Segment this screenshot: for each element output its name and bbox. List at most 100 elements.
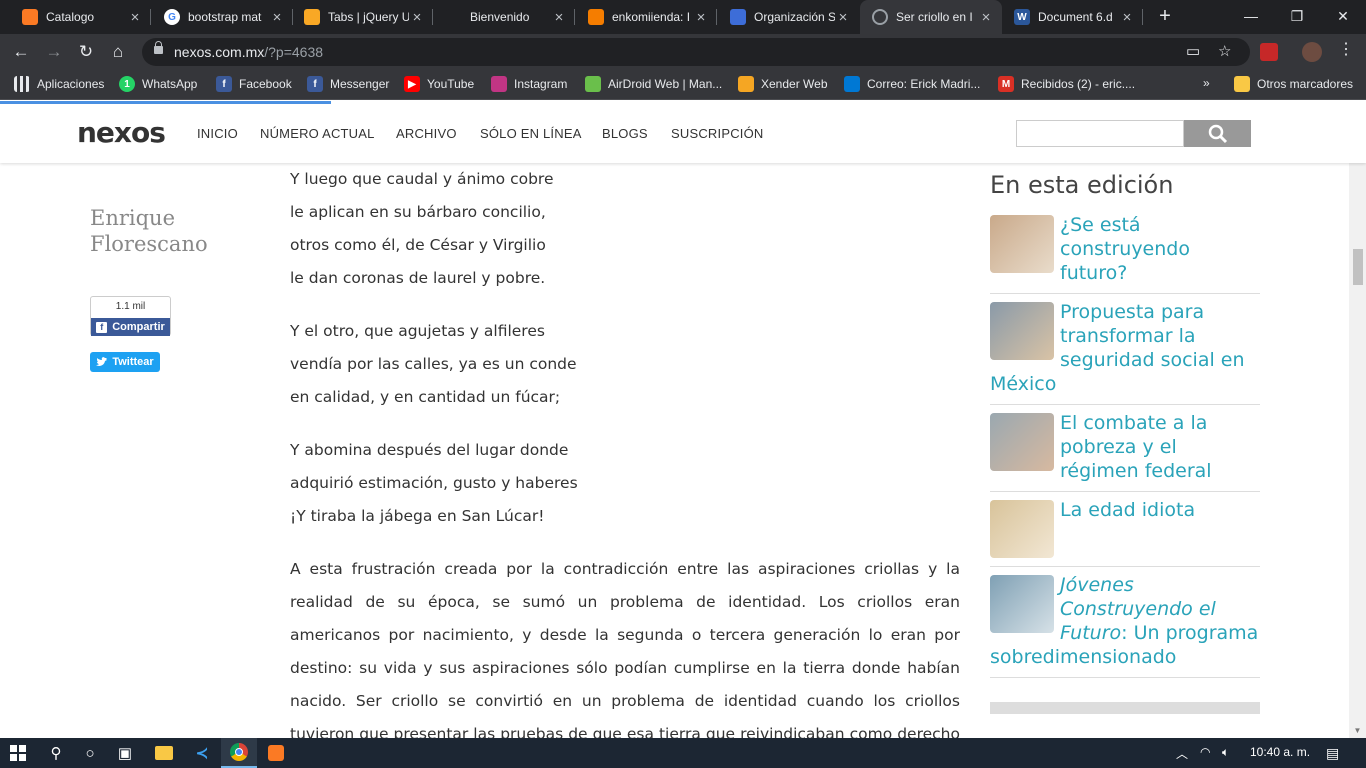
search-input[interactable] [1016,120,1184,147]
browser-tab[interactable]: Tabs | jQuery U × [292,0,433,34]
bookmark-item[interactable]: ▶ YouTube [404,76,474,92]
sidebar-divider [990,702,1260,714]
bookmark-item[interactable]: 1 WhatsApp [119,76,197,92]
menu-icon[interactable]: ⋮ [1338,39,1354,59]
poem-line: ¡Y tiraba la jábega en San Lúcar! [290,507,545,525]
bookmark-item[interactable]: Instagram [491,76,567,92]
task-view-icon[interactable]: ▣ [107,738,143,768]
bookmark-item[interactable]: Xender Web [738,76,828,92]
maximize-button[interactable]: ❐ [1274,0,1320,34]
bookmark-label: Messenger [330,77,390,91]
browser-tab[interactable]: Gbootstrap mat × [152,0,293,34]
menu-numero-actual[interactable]: NÚMERO ACTUAL [260,126,375,141]
notifications-icon[interactable]: ▤ [1326,745,1339,762]
loading-icon [872,9,888,25]
scrollbar[interactable]: ▲ ▼ [1349,104,1366,738]
clock[interactable]: 10:40 a. m. [1250,745,1310,759]
sidebar: En esta edición ¿Se está construyendo fu… [990,163,1260,714]
facebook-icon: f [96,321,108,333]
share-button[interactable]: f Compartir [91,318,170,336]
more-bookmarks-chevron[interactable]: » [1203,76,1210,90]
search-taskbar-icon[interactable]: ⚲ [38,738,74,768]
cast-icon[interactable]: ▭ [1186,42,1200,60]
forward-button[interactable]: → [42,40,66,64]
site-header: nexos INICIO NÚMERO ACTUAL ARCHIVO SÓLO … [0,104,1366,163]
star-icon[interactable]: ☆ [1218,42,1231,60]
poem-line: le aplican en su bárbaro concilio, [290,203,546,221]
menu-archivo[interactable]: ARCHIVO [396,126,457,141]
close-tab-icon[interactable]: × [835,9,851,26]
browser-tab[interactable]: Organización S × [718,0,859,34]
bookmark-label: Aplicaciones [37,77,105,91]
sidebar-item[interactable]: ¿Se está construyendo futuro? [990,207,1260,294]
sidebar-item[interactable]: El combate a la pobreza y el régimen fed… [990,405,1260,492]
nexos-logo[interactable]: nexos [77,116,166,149]
bookmark-item[interactable]: Correo: Erick Madri... [844,76,980,92]
new-tab-button[interactable]: + [1153,5,1177,29]
tab-title: bootstrap mat [188,10,262,24]
scrollbar-thumb[interactable] [1353,249,1363,285]
close-tab-icon[interactable]: × [551,9,567,26]
volume-icon[interactable]: 🔈︎ [1222,745,1229,760]
other-bookmarks-label: Otros marcadores [1257,77,1354,91]
poem-line: Y abomina después del lugar donde [290,441,569,459]
browser-tab[interactable]: enkomiienda: I × [576,0,717,34]
author-name[interactable]: Enrique Florescano [90,205,240,257]
scroll-down-arrow[interactable]: ▼ [1349,724,1366,738]
chrome-taskbar-icon[interactable] [221,738,257,768]
extension-icon[interactable] [1260,43,1278,61]
close-tab-icon[interactable]: × [1119,9,1135,26]
back-button[interactable]: ← [9,40,33,64]
browser-tab[interactable]: Catalogo × [10,0,151,34]
menu-solo-en-linea[interactable]: SÓLO EN LÍNEA [480,126,582,141]
poem-line: le dan coronas de laurel y pobre. [290,269,546,287]
bookmark-item[interactable]: AirDroid Web | Man... [585,76,722,92]
article-thumbnail[interactable] [990,302,1054,360]
menu-blogs[interactable]: BLOGS [602,126,648,141]
xampp-taskbar-icon[interactable] [258,738,294,768]
sidebar-item[interactable]: Jóvenes Construyendo el Futuro: Un progr… [990,567,1260,678]
tab-separator [574,9,575,25]
profile-avatar[interactable] [1302,42,1322,62]
menu-suscripcion[interactable]: SUSCRIPCIÓN [671,126,764,141]
facebook-share[interactable]: 1.1 mil f Compartir [90,296,171,336]
close-tab-icon[interactable]: × [269,9,285,26]
windows-start-button[interactable] [0,738,36,768]
tray-chevron-icon[interactable]: ︿ [1176,745,1188,762]
home-button[interactable]: ⌂ [106,40,130,64]
tweet-button[interactable]: Twittear [90,352,160,372]
tab-title: Catalogo [46,10,95,24]
bookmark-item[interactable]: f Messenger [307,76,389,92]
article-thumbnail[interactable] [990,575,1054,633]
reload-button[interactable]: ↻ [74,40,98,64]
airdroid-icon [585,76,601,92]
vscode-icon[interactable]: ≺ [184,738,220,768]
address-bar[interactable]: nexos.com.mx/?p=4638 ▭ ☆ [142,38,1250,66]
sidebar-item[interactable]: Propuesta para transformar la seguridad … [990,294,1260,405]
file-explorer-icon[interactable] [146,738,182,768]
menu-inicio[interactable]: INICIO [197,126,238,141]
other-bookmarks[interactable]: Otros marcadores [1234,76,1353,92]
browser-tab[interactable]: Bienvenido × [434,0,575,34]
blogger-icon [588,9,604,25]
minimize-button[interactable]: — [1228,0,1274,34]
article-thumbnail[interactable] [990,500,1054,558]
bookmark-item[interactable]: Aplicaciones [14,76,104,92]
bookmark-label: Xender Web [761,77,828,91]
globe-icon [730,9,746,25]
close-tab-icon[interactable]: × [127,9,143,26]
close-tab-icon[interactable]: × [978,9,994,26]
browser-tab[interactable]: W Document 6.d × [1002,0,1143,34]
search-button[interactable] [1184,120,1251,147]
article-thumbnail[interactable] [990,413,1054,471]
close-tab-icon[interactable]: × [693,9,709,26]
close-window-button[interactable]: ✕ [1320,0,1366,34]
sidebar-item[interactable]: La edad idiota [990,492,1260,567]
cortana-icon[interactable]: ○ [72,738,108,768]
browser-tab[interactable]: Ser criollo en I × [860,0,1002,34]
article-thumbnail[interactable] [990,215,1054,273]
bookmark-item[interactable]: M Recibidos (2) - eric.... [998,76,1135,92]
close-tab-icon[interactable]: × [409,9,425,26]
network-icon[interactable]: ◠ [1200,745,1210,759]
bookmark-item[interactable]: f Facebook [216,76,292,92]
